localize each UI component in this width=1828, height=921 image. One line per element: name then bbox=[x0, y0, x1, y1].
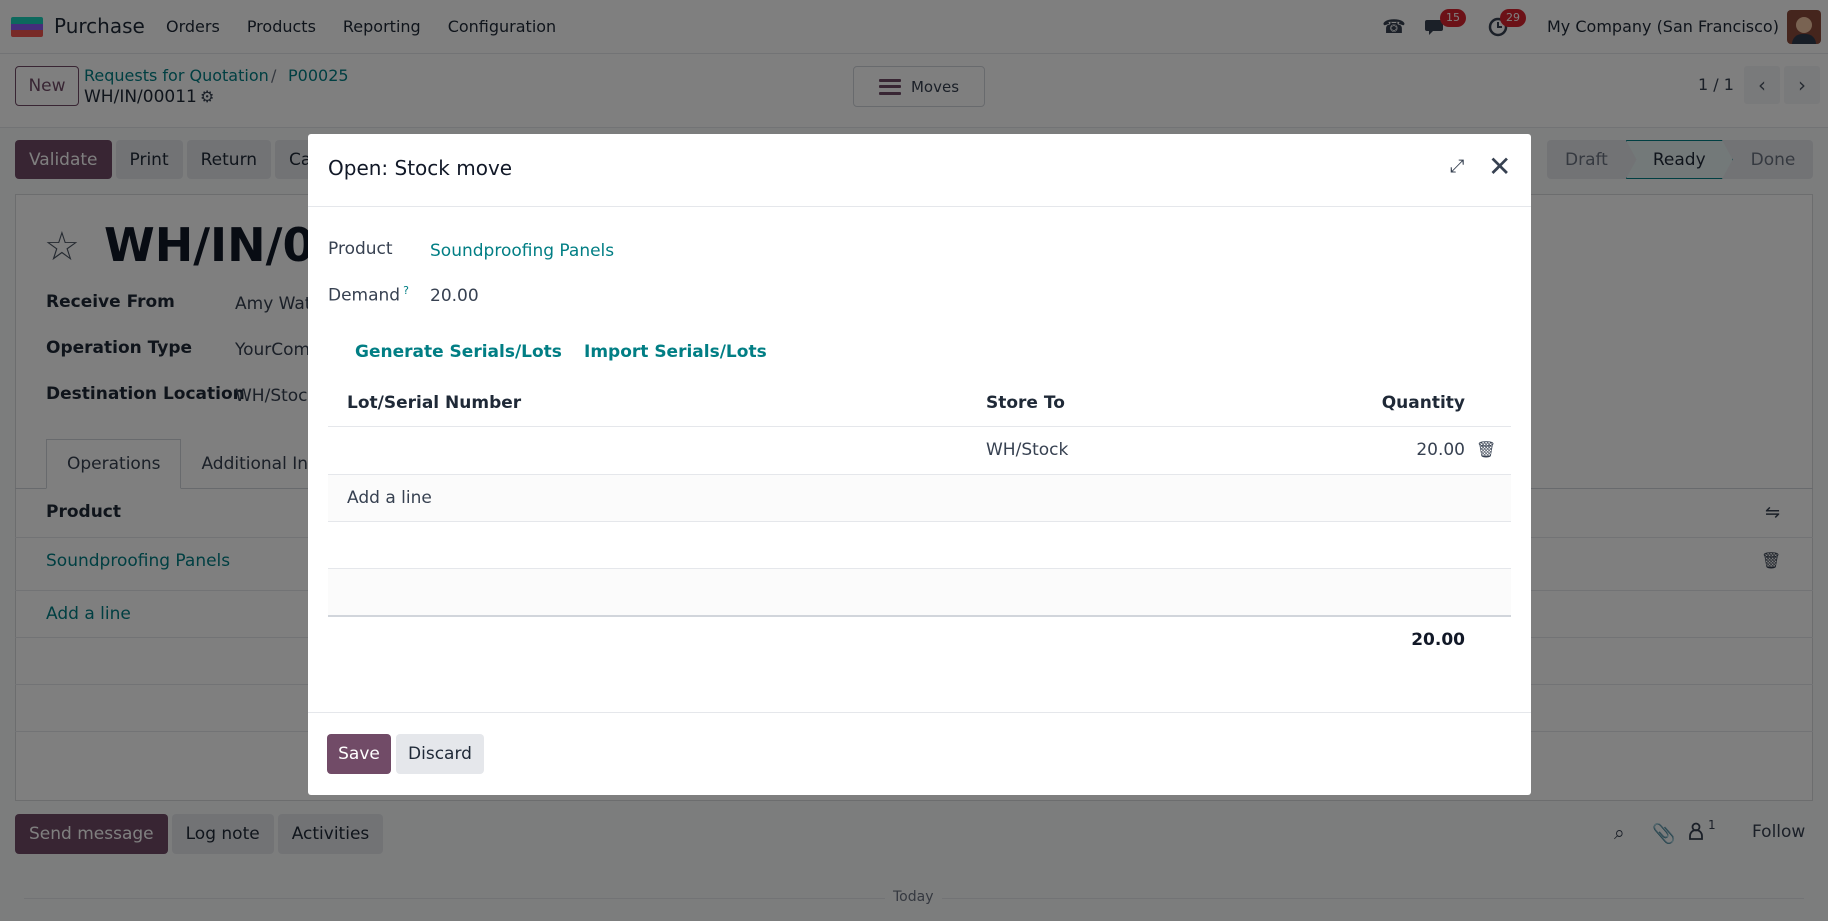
save-button[interactable]: Save bbox=[327, 734, 391, 774]
discard-button[interactable]: Discard bbox=[396, 734, 484, 774]
product-label: Product bbox=[328, 239, 393, 259]
stock-move-dialog: Open: Stock move ⤢ ✕ Product Soundproofi… bbox=[308, 134, 1531, 795]
column-store-to[interactable]: Store To bbox=[986, 393, 1065, 413]
row-divider bbox=[328, 521, 1511, 522]
dialog-footer-divider bbox=[308, 712, 1531, 713]
add-line-row bbox=[328, 475, 1511, 521]
table-footer-divider bbox=[328, 615, 1511, 617]
quantity-total: 20.00 bbox=[1411, 630, 1465, 650]
close-icon[interactable]: ✕ bbox=[1488, 150, 1511, 183]
column-lot-serial[interactable]: Lot/Serial Number bbox=[347, 393, 521, 413]
store-to-cell[interactable]: WH/Stock bbox=[986, 440, 1068, 460]
import-serials-button[interactable]: Import Serials/Lots bbox=[584, 342, 767, 362]
dialog-title: Open: Stock move bbox=[328, 156, 513, 180]
demand-label-text: Demand bbox=[328, 285, 401, 306]
demand-value: 20.00 bbox=[430, 286, 479, 306]
empty-row bbox=[328, 569, 1511, 615]
add-line-link[interactable]: Add a line bbox=[347, 488, 432, 508]
generate-serials-button[interactable]: Generate Serials/Lots bbox=[355, 342, 562, 362]
trash-icon[interactable]: 🗑 bbox=[1476, 440, 1496, 459]
expand-icon[interactable]: ⤢ bbox=[1450, 156, 1464, 177]
quantity-cell[interactable]: 20.00 bbox=[1416, 440, 1465, 460]
product-value-link[interactable]: Soundproofing Panels bbox=[430, 241, 614, 261]
help-tooltip-icon[interactable]: ? bbox=[403, 284, 409, 297]
column-quantity[interactable]: Quantity bbox=[1382, 393, 1465, 413]
demand-label: Demand? bbox=[328, 284, 409, 306]
dialog-header-divider bbox=[308, 206, 1531, 207]
table-header-divider bbox=[328, 426, 1511, 427]
